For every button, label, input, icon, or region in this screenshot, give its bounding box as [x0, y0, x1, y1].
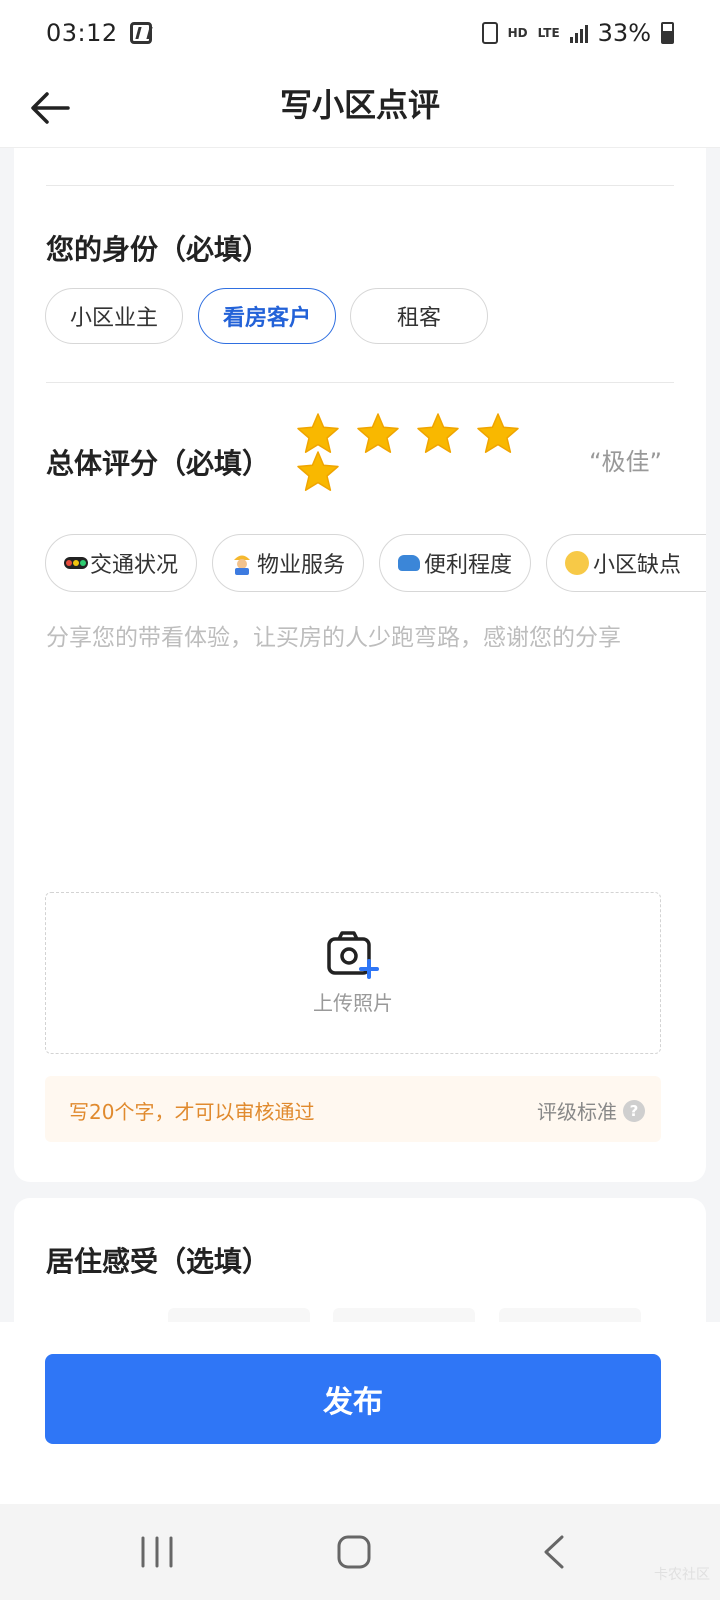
chevron-left-icon [544, 1535, 564, 1569]
system-nav-bar: 卡农社区 [0, 1504, 720, 1600]
publish-button[interactable]: 发布 [45, 1354, 661, 1444]
star-icon[interactable] [416, 412, 460, 456]
tag-label: 交通状况 [89, 553, 178, 578]
star-icon[interactable] [356, 412, 400, 456]
identity-option-owner[interactable]: 小区业主 [45, 288, 183, 344]
tip-bar: 写20个字，才可以审核通过 评级标准 ? [45, 1076, 661, 1142]
star-icon[interactable] [476, 412, 520, 456]
help-icon: ? [623, 1099, 645, 1122]
identity-title: 您的身份（必填） [46, 233, 271, 266]
nfc-icon [129, 22, 152, 44]
tag-traffic[interactable]: 交通状况 [45, 534, 197, 592]
back-nav-button[interactable] [524, 1532, 584, 1572]
upload-photo-button[interactable]: 上传照片 [45, 892, 661, 1054]
page-title: 写小区点评 [279, 86, 440, 124]
home-button[interactable] [324, 1532, 384, 1572]
status-icons: HD LTE 33% [481, 19, 674, 47]
tag-label: 物业服务 [257, 553, 346, 578]
battery-saver-icon [481, 22, 498, 44]
divider [46, 185, 674, 186]
review-form-card: 您的身份（必填） 小区业主 看房客户 租客 总体评分（必填） “极佳” 交通状况… [14, 148, 706, 1182]
rating-label: “极佳” [589, 448, 662, 476]
signal-icon [569, 23, 588, 43]
tag-label: 小区缺点 [593, 553, 682, 578]
car-icon [398, 555, 420, 571]
watermark: 卡农社区 [654, 1567, 710, 1583]
tip-text: 写20个字，才可以审核通过 [69, 1100, 315, 1124]
review-input[interactable] [46, 620, 674, 860]
home-icon [337, 1535, 371, 1569]
battery-percent: 33% [597, 19, 651, 47]
tag-property-service[interactable]: 物业服务 [212, 534, 364, 592]
rating-criteria-link[interactable]: 评级标准 ? [537, 1096, 645, 1125]
star-rating[interactable] [296, 412, 536, 502]
network-indicator: LTE [537, 26, 560, 40]
worker-icon [231, 551, 253, 575]
tag-label: 便利程度 [423, 553, 512, 578]
traffic-light-icon [64, 557, 88, 569]
camera-plus-icon [327, 930, 379, 979]
publish-bar: 发布 [0, 1322, 720, 1504]
status-bar: 03:12 HD LTE 33% [0, 0, 720, 66]
battery-icon [661, 22, 674, 44]
rating-title: 总体评分（必填） [46, 447, 271, 480]
identity-option-visitor[interactable]: 看房客户 [198, 288, 336, 344]
star-icon[interactable] [296, 450, 340, 494]
thinking-face-icon [565, 551, 589, 575]
divider [46, 382, 674, 383]
tag-drawbacks[interactable]: 小区缺点 [546, 534, 706, 592]
app-header: 写小区点评 [0, 66, 720, 148]
status-time: 03:12 [46, 19, 118, 47]
living-title: 居住感受（选填） [46, 1245, 271, 1278]
upload-label: 上传照片 [313, 990, 393, 1015]
identity-option-tenant[interactable]: 租客 [350, 288, 488, 344]
recent-apps-icon [141, 1536, 173, 1568]
tag-convenience[interactable]: 便利程度 [379, 534, 531, 592]
hd-indicator: HD [507, 26, 528, 40]
recent-apps-button[interactable] [127, 1532, 187, 1572]
criteria-label: 评级标准 [537, 1100, 617, 1124]
